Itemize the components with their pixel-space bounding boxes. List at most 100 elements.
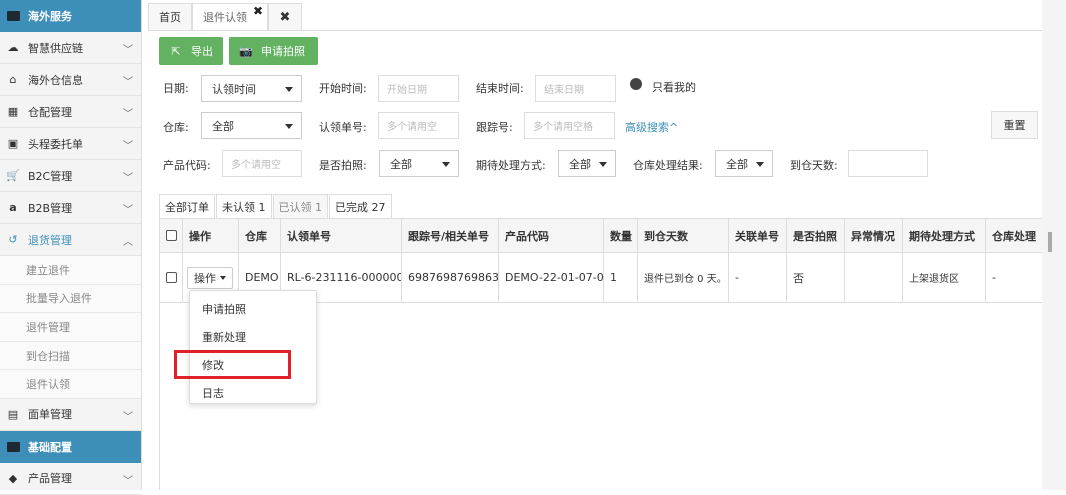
sidebar-group-label: 基础配置 bbox=[28, 440, 72, 454]
amazon-icon: a bbox=[9, 201, 17, 214]
warehouse-value: 全部 bbox=[212, 119, 234, 133]
date-label: 日期: bbox=[163, 82, 189, 95]
tab-completed[interactable]: 已完成 27 bbox=[329, 194, 392, 218]
sidebar-item-warehouse-info[interactable]: ⌂ 海外仓信息 ﹀ bbox=[0, 64, 141, 96]
horizontal-scroll-handle[interactable] bbox=[1048, 232, 1052, 252]
document-icon: ▤ bbox=[7, 407, 19, 421]
request-photo-label: 申请拍照 bbox=[261, 45, 305, 58]
expect-value: 全部 bbox=[569, 157, 591, 171]
tab-all-orders[interactable]: 全部订单 bbox=[159, 194, 215, 218]
sidebar-item-supply-chain[interactable]: ☁ 智慧供应链 ﹀ bbox=[0, 32, 141, 64]
sidebar-item-label: 智慧供应链 bbox=[28, 41, 83, 55]
col-header-photo: 是否拍照 bbox=[787, 219, 845, 252]
col-header-qty: 数量 bbox=[604, 219, 638, 252]
request-photo-button[interactable]: 📷 申请拍照 bbox=[229, 37, 318, 65]
camera-icon: 📷 bbox=[239, 44, 253, 58]
menu-item-log[interactable]: 日志 bbox=[202, 385, 224, 401]
result-cell: - bbox=[986, 253, 1042, 302]
date-type-value: 认领时间 bbox=[212, 82, 256, 96]
col-header-expect: 期待处理方式 bbox=[903, 219, 986, 252]
chevron-down-icon: ﹀ bbox=[123, 173, 133, 184]
tab-claimed[interactable]: 已认领 1 bbox=[272, 194, 328, 218]
export-button[interactable]: ⇱ 导出 bbox=[159, 37, 223, 65]
sku-cell: DEMO-22-01-07-01 bbox=[499, 253, 604, 302]
tag-icon: ◆ bbox=[8, 471, 18, 485]
result-value: 全部 bbox=[726, 157, 748, 171]
close-icon[interactable]: ✖ bbox=[253, 4, 263, 18]
caret-down-icon bbox=[756, 162, 764, 167]
tab-label: 退件认领 bbox=[203, 11, 247, 24]
expect-select[interactable]: 全部 bbox=[558, 150, 616, 177]
photo-cell: 否 bbox=[787, 253, 845, 302]
date-type-select[interactable]: 认领时间 bbox=[201, 75, 302, 102]
highlight-box bbox=[174, 350, 291, 379]
sidebar-group-config[interactable]: 基础配置 bbox=[0, 430, 141, 463]
sidebar-item-b2c[interactable]: 🛒 B2C管理 ﹀ bbox=[0, 160, 141, 192]
chevron-down-icon: ﹀ bbox=[123, 45, 133, 56]
tab-divider bbox=[148, 30, 1042, 31]
tab-unclaimed[interactable]: 未认领 1 bbox=[216, 194, 272, 218]
sidebar-item-product[interactable]: ◆ 产品管理 ﹀ bbox=[0, 463, 141, 495]
tracking-cell: 698769876986364 bbox=[402, 253, 499, 302]
sidebar-item-label: 仓配管理 bbox=[28, 105, 72, 119]
only-mine-radio[interactable] bbox=[630, 78, 642, 90]
tracking-label: 跟踪号: bbox=[476, 121, 513, 134]
days-input[interactable] bbox=[848, 150, 928, 177]
sidebar-item-label: B2B管理 bbox=[28, 201, 73, 215]
sidebar-item-b2b[interactable]: a B2B管理 ﹀ bbox=[0, 192, 141, 224]
photo-filter-select[interactable]: 全部 bbox=[379, 150, 459, 177]
sidebar-item-fulfillment[interactable]: ▦ 仓配管理 ﹀ bbox=[0, 96, 141, 128]
col-header-result: 仓库处理 bbox=[986, 219, 1042, 252]
sidebar-subitem-return-mgmt[interactable]: 退件管理 bbox=[0, 313, 141, 342]
col-header-abnormal: 异常情况 bbox=[845, 219, 903, 252]
sidebar-subitem-arrival-scan[interactable]: 到仓扫描 bbox=[0, 341, 141, 371]
chevron-down-icon: ﹀ bbox=[123, 205, 133, 216]
sidebar-subitem-create-return[interactable]: 建立退件 bbox=[0, 256, 141, 285]
sidebar-item-returns[interactable]: ↺ 退货管理 ︿ bbox=[0, 224, 141, 256]
sidebar-subitem-batch-import[interactable]: 批量导入退件 bbox=[0, 284, 141, 314]
page-tabs: 首页 退件认领 ✖ ✖ bbox=[148, 3, 302, 30]
sidebar-subitem-return-claim[interactable]: 退件认领 bbox=[0, 370, 141, 399]
col-header-related: 关联单号 bbox=[729, 219, 787, 252]
sidebar-group-label: 海外服务 bbox=[28, 10, 72, 23]
claim-no-input[interactable]: 多个请用空 bbox=[378, 112, 459, 139]
status-tabs: 全部订单 未认领 1 已认领 1 已完成 27 bbox=[159, 194, 393, 218]
warehouse-select[interactable]: 全部 bbox=[201, 112, 302, 139]
folder-icon bbox=[6, 440, 20, 454]
sidebar-item-label-mgmt[interactable]: ▤ 面单管理 ﹀ bbox=[0, 399, 141, 431]
cart-icon: 🛒 bbox=[6, 169, 20, 182]
sidebar-group-overseas[interactable]: 海外服务 bbox=[0, 0, 141, 32]
chevron-down-icon: ﹀ bbox=[123, 77, 133, 88]
start-time-label: 开始时间: bbox=[319, 82, 367, 95]
advanced-search-link[interactable]: 高级搜索^ bbox=[625, 119, 678, 135]
export-icon: ⇱ bbox=[171, 44, 181, 58]
menu-item-reprocess[interactable]: 重新处理 bbox=[202, 329, 246, 345]
select-all-checkbox[interactable] bbox=[166, 230, 177, 241]
days-cell: 退件已到仓 0 天。 bbox=[638, 253, 729, 302]
close-all-tabs-button[interactable]: ✖ bbox=[268, 3, 302, 30]
tab-home[interactable]: 首页 bbox=[148, 3, 192, 30]
right-gutter bbox=[1042, 0, 1066, 490]
folder-icon bbox=[6, 9, 20, 23]
tracking-input[interactable]: 多个请用空格 bbox=[524, 112, 615, 139]
actions-dropdown-button[interactable]: 操作 bbox=[187, 266, 233, 289]
result-select[interactable]: 全部 bbox=[715, 150, 773, 177]
end-date-input[interactable]: 结束日期 bbox=[535, 75, 616, 102]
col-header-tracking: 跟踪号/相关单号 bbox=[402, 219, 499, 252]
select-all-cell bbox=[160, 219, 183, 252]
days-label: 到仓天数: bbox=[790, 159, 838, 172]
sku-input[interactable]: 多个请用空 bbox=[222, 150, 302, 177]
col-header-op: 操作 bbox=[183, 219, 239, 252]
chevron-down-icon: ﹀ bbox=[123, 109, 133, 120]
row-checkbox[interactable] bbox=[166, 272, 177, 283]
menu-item-request-photo[interactable]: 申请拍照 bbox=[202, 301, 246, 317]
claim-no-label: 认领单号: bbox=[319, 121, 367, 134]
export-label: 导出 bbox=[191, 45, 213, 58]
reset-button[interactable]: 重置 bbox=[991, 111, 1038, 139]
chevron-up-icon: ︿ bbox=[123, 237, 133, 248]
tab-return-claim[interactable]: 退件认领 ✖ bbox=[192, 3, 268, 30]
home-icon: ⌂ bbox=[9, 73, 17, 86]
undo-icon: ↺ bbox=[8, 233, 18, 246]
sidebar-item-first-leg[interactable]: ▣ 头程委托单 ﹀ bbox=[0, 128, 141, 160]
start-date-input[interactable]: 开始日期 bbox=[378, 75, 459, 102]
